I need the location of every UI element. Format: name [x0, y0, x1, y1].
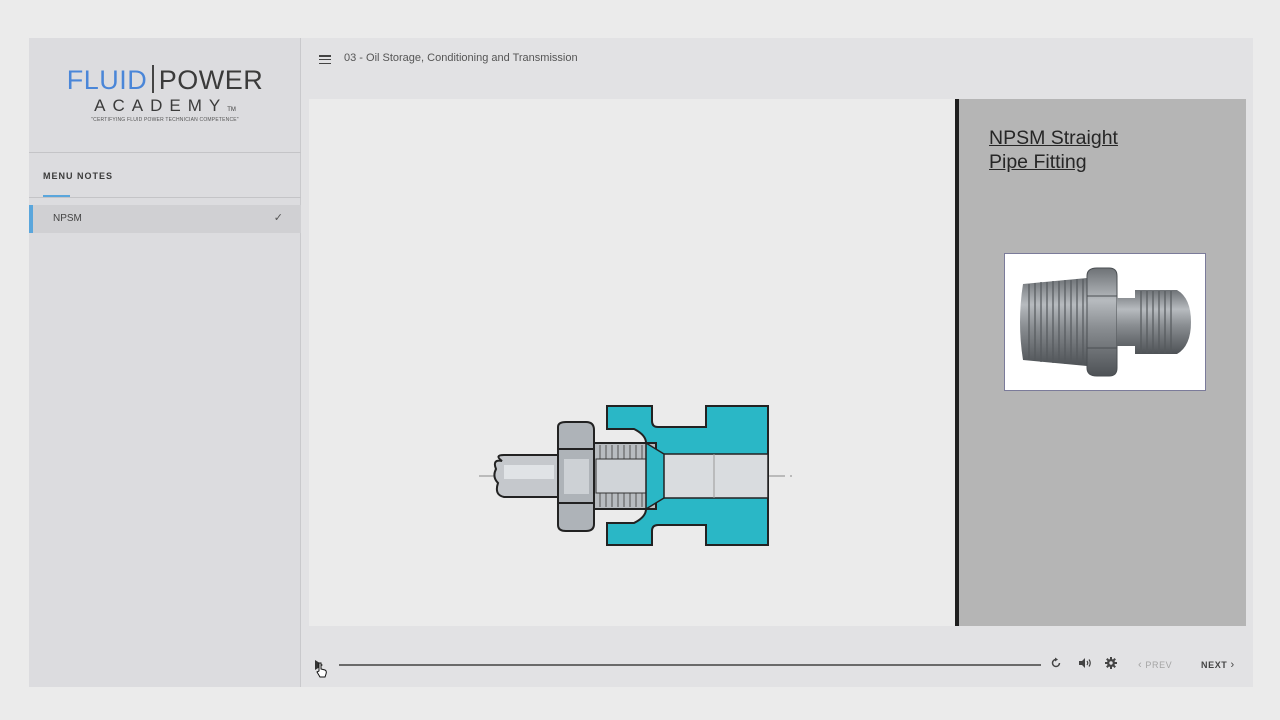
- active-tab-indicator: [43, 195, 70, 197]
- slide-info-panel: NPSM Straight Pipe Fitting: [959, 99, 1246, 626]
- logo-academy: ACADEMYTM: [29, 96, 301, 116]
- sidebar: FLUID POWER ACADEMYTM "CERTIFYING FLUID P…: [29, 38, 301, 687]
- logo-title: FLUID POWER: [29, 65, 301, 96]
- tab-notes[interactable]: NOTES: [77, 171, 113, 181]
- fitting-photo: [1004, 253, 1206, 391]
- logo-tagline: "CERTIFYING FLUID POWER TECHNICIAN COMPE…: [91, 117, 239, 123]
- logo-word-academy: ACADEMY: [94, 96, 228, 115]
- logo-trademark: TM: [227, 107, 236, 113]
- progress-bar[interactable]: [339, 664, 1041, 666]
- volume-icon[interactable]: [1078, 657, 1092, 669]
- slide: NPSM Straight Pipe Fitting: [309, 99, 1246, 626]
- sidebar-item-label: NPSM: [53, 213, 82, 224]
- logo-divider: [152, 65, 154, 93]
- logo: FLUID POWER ACADEMYTM "CERTIFYING FLUID P…: [29, 38, 301, 153]
- slide-heading: NPSM Straight Pipe Fitting: [989, 127, 1118, 173]
- logo-word-fluid: FLUID: [66, 65, 148, 95]
- gear-icon[interactable]: [1105, 657, 1117, 669]
- lesson-title: 03 - Oil Storage, Conditioning and Trans…: [344, 52, 578, 64]
- course-player: FLUID POWER ACADEMYTM "CERTIFYING FLUID P…: [29, 38, 1253, 687]
- chevron-right-icon: ›: [1230, 659, 1235, 671]
- fitting-cutaway-diagram: [479, 405, 792, 546]
- top-bar: 03 - Oil Storage, Conditioning and Trans…: [302, 38, 1253, 98]
- prev-button[interactable]: ‹ PREV: [1138, 659, 1172, 671]
- next-label: NEXT: [1201, 660, 1228, 670]
- logo-word-power: POWER: [158, 65, 264, 95]
- hamburger-icon[interactable]: [319, 55, 331, 65]
- tab-menu[interactable]: MENU: [43, 171, 74, 181]
- hand-cursor-icon: [316, 662, 327, 678]
- prev-label: PREV: [1145, 660, 1173, 670]
- replay-icon[interactable]: [1050, 657, 1062, 669]
- sidebar-tabs: MENU NOTES: [29, 154, 301, 198]
- check-icon: ✓: [273, 212, 283, 224]
- player-controls: ‹ PREV NEXT ›: [302, 638, 1253, 687]
- chevron-left-icon: ‹: [1138, 659, 1143, 671]
- slide-diagram-area: [309, 99, 955, 626]
- sidebar-item-npsm[interactable]: NPSM ✓: [29, 205, 301, 233]
- next-button[interactable]: NEXT ›: [1201, 659, 1235, 671]
- fitting-photo-image: [1020, 267, 1191, 377]
